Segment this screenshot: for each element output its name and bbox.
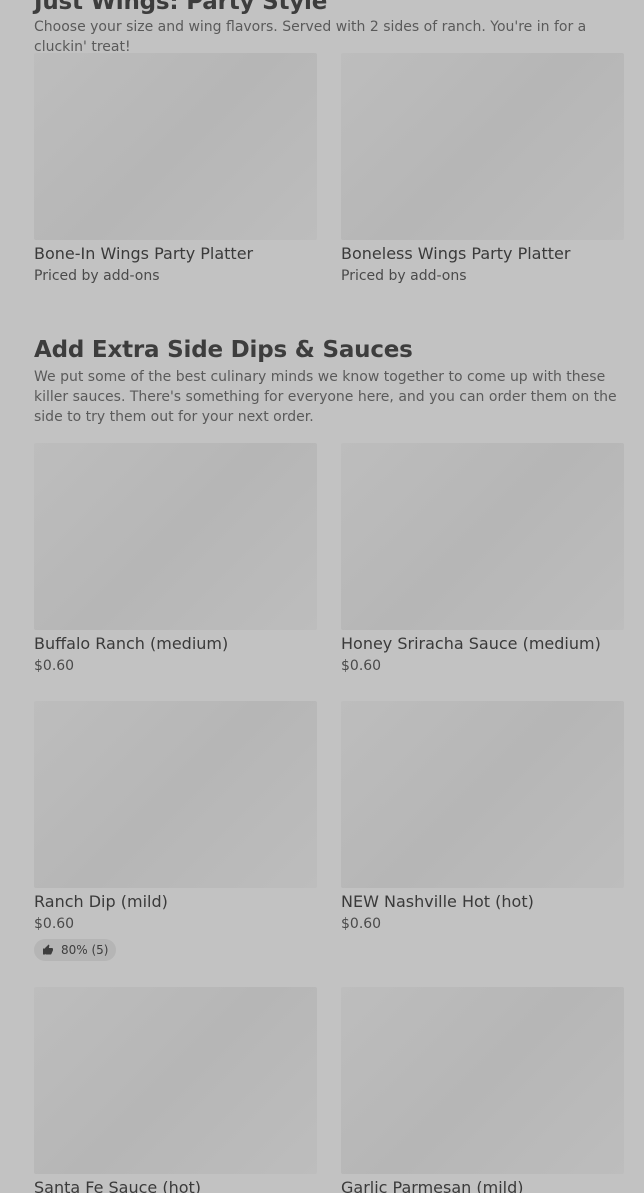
section-side-dips: Add Extra Side Dips & Sauces We put some… xyxy=(34,336,624,427)
item-image[interactable] xyxy=(34,701,317,888)
item-name: Boneless Wings Party Platter xyxy=(341,244,571,263)
section-party-style: Just Wings: Party Style Choose your size… xyxy=(34,0,624,57)
item-name: Buffalo Ranch (medium) xyxy=(34,634,229,653)
item-price: $0.60 xyxy=(341,916,382,932)
item-name: NEW Nashville Hot (hot) xyxy=(341,892,534,911)
item-price: $0.60 xyxy=(34,916,75,932)
item-name: Ranch Dip (mild) xyxy=(34,892,168,911)
item-price: $0.60 xyxy=(341,658,382,674)
item-image[interactable] xyxy=(341,987,624,1174)
section-description: Choose your size and wing flavors. Serve… xyxy=(34,19,587,55)
item-image[interactable] xyxy=(34,443,317,630)
item-name: Honey Sriracha Sauce (medium) xyxy=(341,634,601,653)
menu-item-card[interactable]: Santa Fe Sauce (hot) xyxy=(34,987,317,1193)
item-image[interactable] xyxy=(341,701,624,888)
menu-item-card[interactable]: Honey Sriracha Sauce (medium) $0.60 xyxy=(341,443,624,676)
menu-item-card[interactable]: Ranch Dip (mild) $0.60 80% (5) xyxy=(34,701,317,961)
item-price: Priced by add-ons xyxy=(341,268,467,284)
item-name: Bone-In Wings Party Platter xyxy=(34,244,254,263)
menu-item-card[interactable]: Buffalo Ranch (medium) $0.60 xyxy=(34,443,317,676)
item-image[interactable] xyxy=(341,53,624,240)
item-image[interactable] xyxy=(341,443,624,630)
item-name: Santa Fe Sauce (hot) xyxy=(34,1178,202,1193)
item-price: Priced by add-ons xyxy=(34,268,160,284)
menu-item-card[interactable]: Bone-In Wings Party Platter Priced by ad… xyxy=(34,53,317,286)
menu-item-card[interactable]: NEW Nashville Hot (hot) $0.60 xyxy=(341,701,624,934)
rating-badge: 80% (5) xyxy=(34,939,117,961)
section-title: Just Wings: Party Style xyxy=(34,0,328,15)
menu-item-card[interactable]: Boneless Wings Party Platter Priced by a… xyxy=(341,53,624,286)
section-title: Add Extra Side Dips & Sauces xyxy=(34,337,413,363)
item-image[interactable] xyxy=(34,987,317,1174)
menu-item-card[interactable]: Garlic Parmesan (mild) xyxy=(341,987,624,1193)
section-description: We put some of the best culinary minds w… xyxy=(34,369,617,425)
menu-page: Just Wings: Party Style Choose your size… xyxy=(0,0,644,1193)
item-image[interactable] xyxy=(34,53,317,240)
item-price: $0.60 xyxy=(34,658,75,674)
rating-text: 80% (5) xyxy=(61,943,109,957)
item-name: Garlic Parmesan (mild) xyxy=(341,1178,524,1193)
thumbs-up-icon xyxy=(43,944,53,955)
